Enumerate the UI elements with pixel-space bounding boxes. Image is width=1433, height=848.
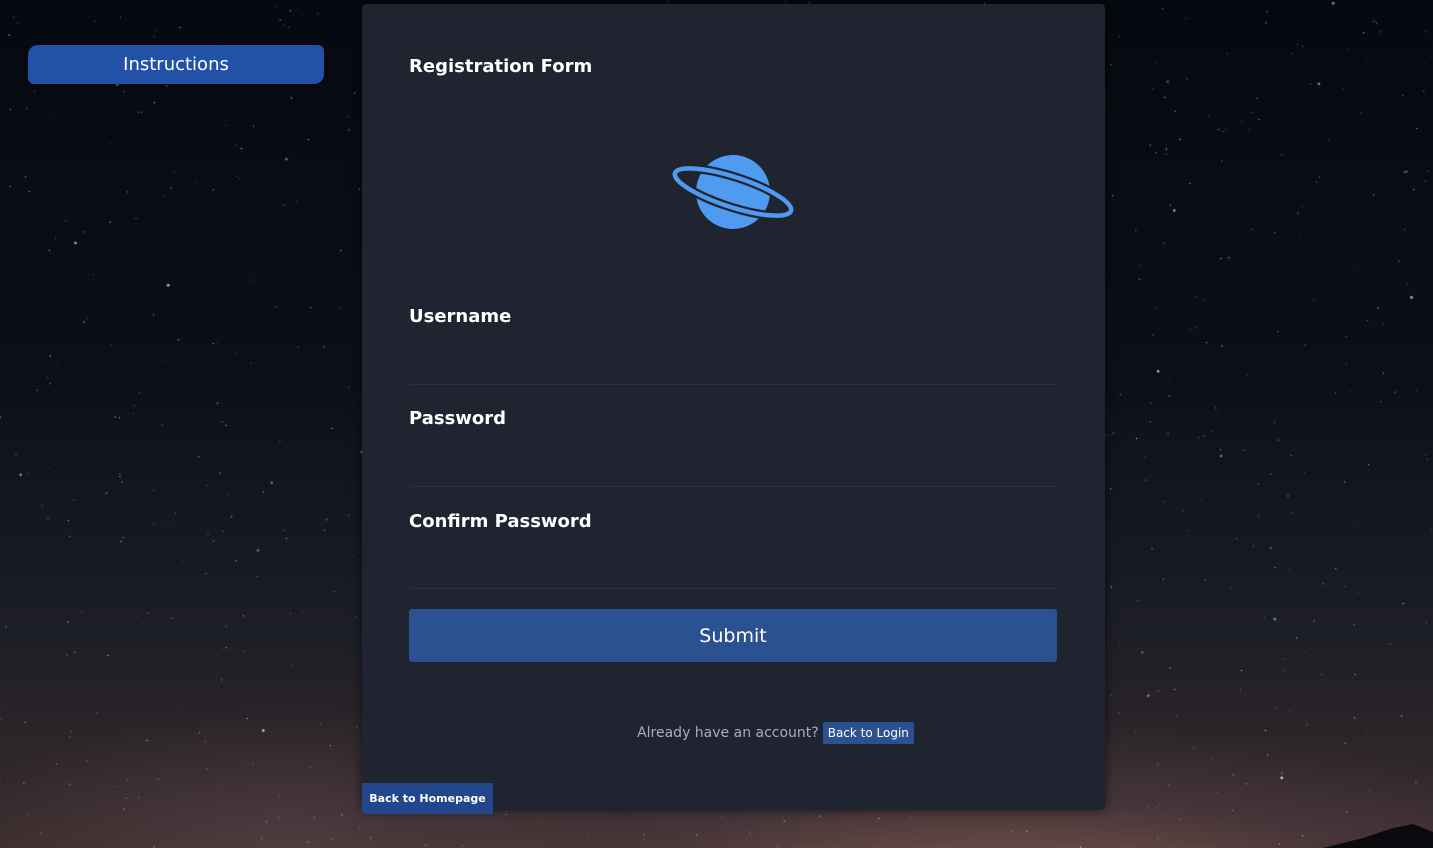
back-to-homepage-label: Back to Homepage — [369, 792, 486, 805]
login-prompt-row: Already have an account? Back to Login — [362, 722, 1105, 744]
planet-icon — [670, 155, 796, 229]
submit-button[interactable]: Submit — [409, 609, 1057, 662]
form-title: Registration Form — [409, 56, 593, 77]
password-input[interactable] — [409, 452, 1056, 487]
login-prompt-text: Already have an account? — [637, 725, 819, 741]
back-to-homepage-button[interactable]: Back to Homepage — [362, 783, 493, 814]
instructions-button[interactable]: Instructions — [28, 45, 324, 84]
back-to-login-button[interactable]: Back to Login — [822, 722, 914, 744]
mountain-silhouette — [1323, 824, 1433, 848]
confirm-password-input[interactable] — [409, 554, 1056, 589]
registration-card: Registration Form Username Password Conf… — [362, 4, 1105, 814]
password-label: Password — [409, 408, 507, 429]
confirm-password-label: Confirm Password — [409, 511, 592, 532]
username-label: Username — [409, 306, 512, 327]
instructions-button-label: Instructions — [123, 54, 229, 75]
username-input[interactable] — [409, 350, 1056, 385]
